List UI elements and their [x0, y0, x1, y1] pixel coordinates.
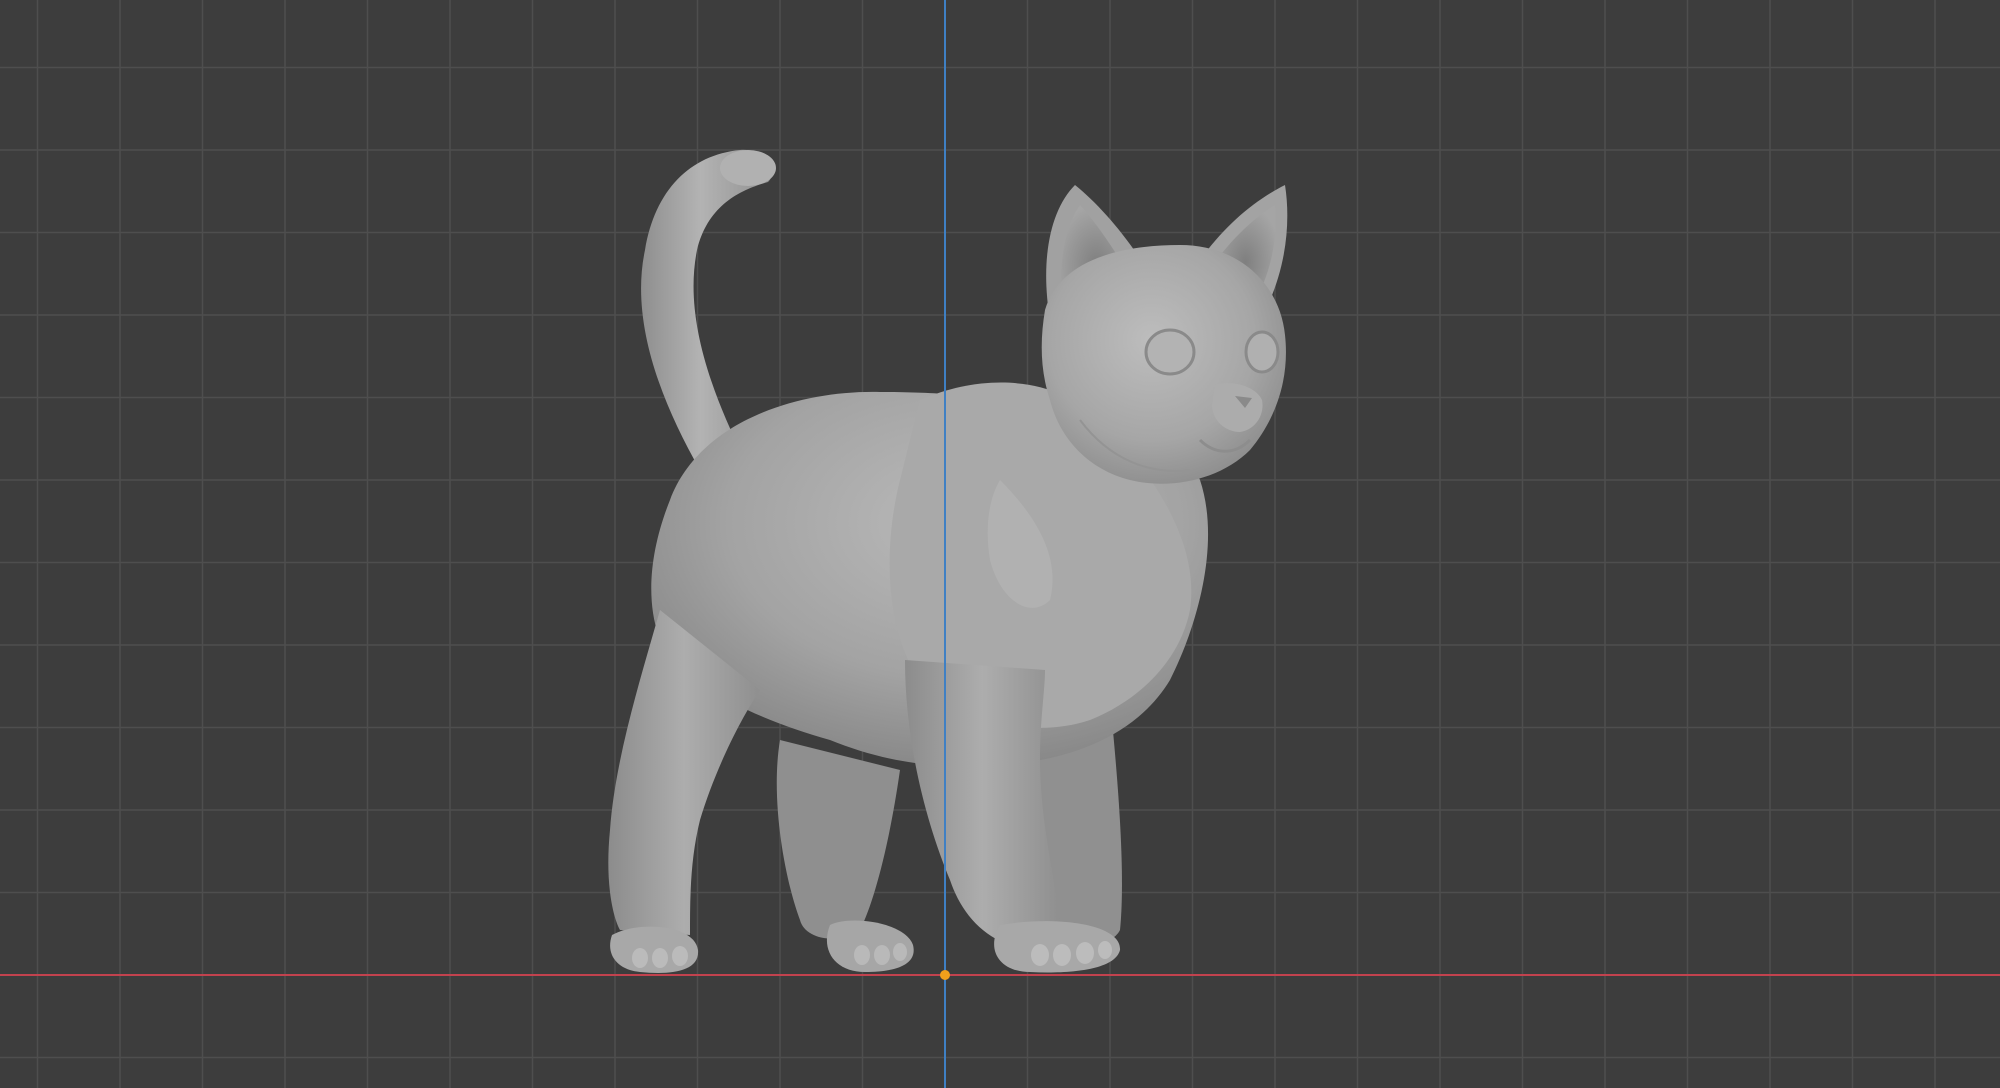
- toe: [1031, 944, 1049, 966]
- toe: [854, 945, 870, 965]
- toe: [1076, 942, 1094, 964]
- toe: [672, 946, 688, 966]
- cat-eye-right: [1244, 330, 1280, 374]
- toe: [632, 948, 648, 968]
- toe: [652, 948, 668, 968]
- 3d-viewport[interactable]: [0, 0, 2000, 1088]
- cat-back-leg-far: [776, 740, 900, 939]
- cat-mesh[interactable]: [608, 149, 1288, 973]
- toe: [874, 945, 890, 965]
- toe: [893, 943, 907, 961]
- toe: [1098, 941, 1112, 959]
- viewport-canvas[interactable]: [0, 0, 2000, 1088]
- cat-eye-left: [1144, 328, 1196, 376]
- cat-head: [1041, 185, 1288, 484]
- object-origin[interactable]: [940, 970, 950, 980]
- toe: [1053, 944, 1071, 966]
- cat-tail-tip: [720, 150, 776, 186]
- cat-front-leg-near: [905, 660, 1060, 946]
